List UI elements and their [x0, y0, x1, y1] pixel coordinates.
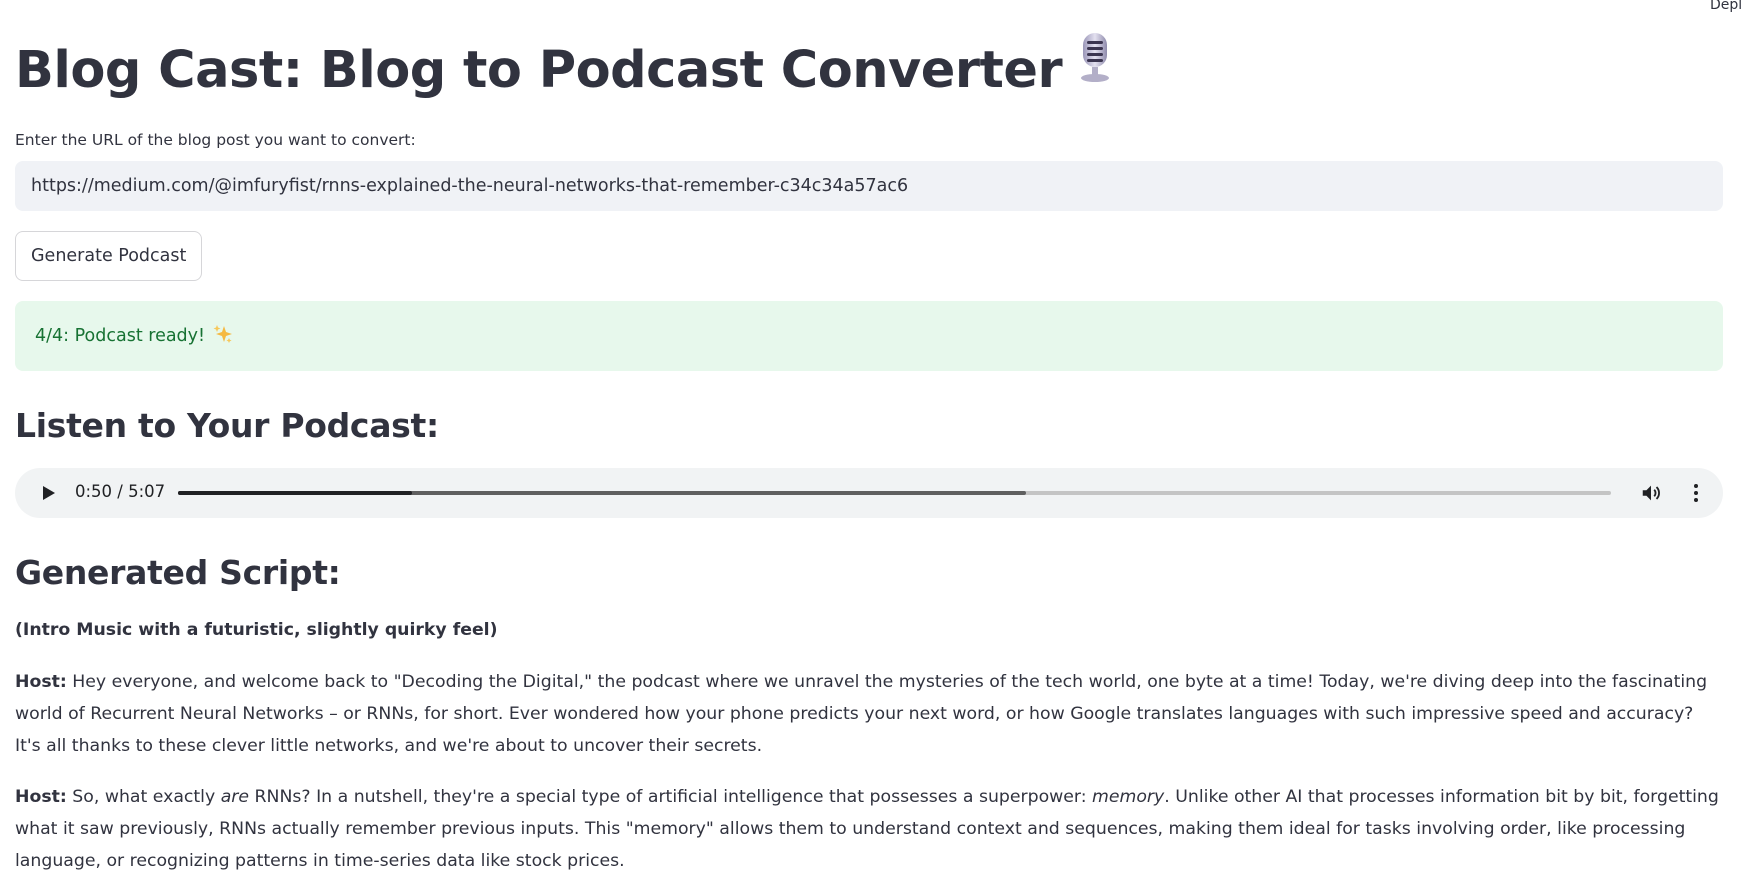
volume-icon[interactable] — [1640, 482, 1662, 504]
sparkles-icon — [213, 324, 233, 349]
speaker-label: Host: — [15, 787, 67, 807]
play-icon[interactable] — [39, 484, 57, 502]
emphasis-text: memory — [1092, 787, 1165, 807]
status-success-alert: 4/4: Podcast ready! — [15, 301, 1723, 371]
script-heading: Generated Script: — [15, 553, 341, 592]
deploy-button[interactable]: Deploy — [1710, 0, 1742, 13]
status-message: 4/4: Podcast ready! — [35, 326, 206, 346]
generate-podcast-button[interactable]: Generate Podcast — [15, 231, 203, 281]
paragraph-text: So, what exactly — [66, 787, 221, 807]
url-field-label: Enter the URL of the blog post you want … — [15, 131, 416, 149]
more-options-icon[interactable] — [1685, 482, 1707, 504]
page-title-text: Blog Cast: Blog to Podcast Converter — [15, 41, 1063, 100]
script-paragraph: Host: Hey everyone, and welcome back to … — [15, 666, 1723, 762]
listen-heading: Listen to Your Podcast: — [15, 406, 439, 445]
speaker-label: Host: — [15, 672, 67, 692]
blog-url-input[interactable] — [15, 161, 1723, 211]
audio-time: 0:50 / 5:07 — [75, 482, 166, 501]
page-title: Blog Cast: Blog to Podcast Converter — [15, 32, 1723, 110]
paragraph-text: RNNs? In a nutshell, they're a special t… — [249, 787, 1093, 807]
script-intro: (Intro Music with a futuristic, slightly… — [15, 620, 498, 640]
script-paragraph: Host: So, what exactly are RNNs? In a nu… — [15, 781, 1723, 877]
audio-player: 0:50 / 5:07 — [15, 468, 1723, 518]
emphasis-text: are — [220, 787, 250, 807]
audio-played-bar — [178, 491, 412, 495]
microphone-icon — [1076, 31, 1114, 104]
audio-progress-bar[interactable] — [178, 491, 1611, 495]
paragraph-text: Hey everyone, and welcome back to "Decod… — [15, 672, 1708, 756]
